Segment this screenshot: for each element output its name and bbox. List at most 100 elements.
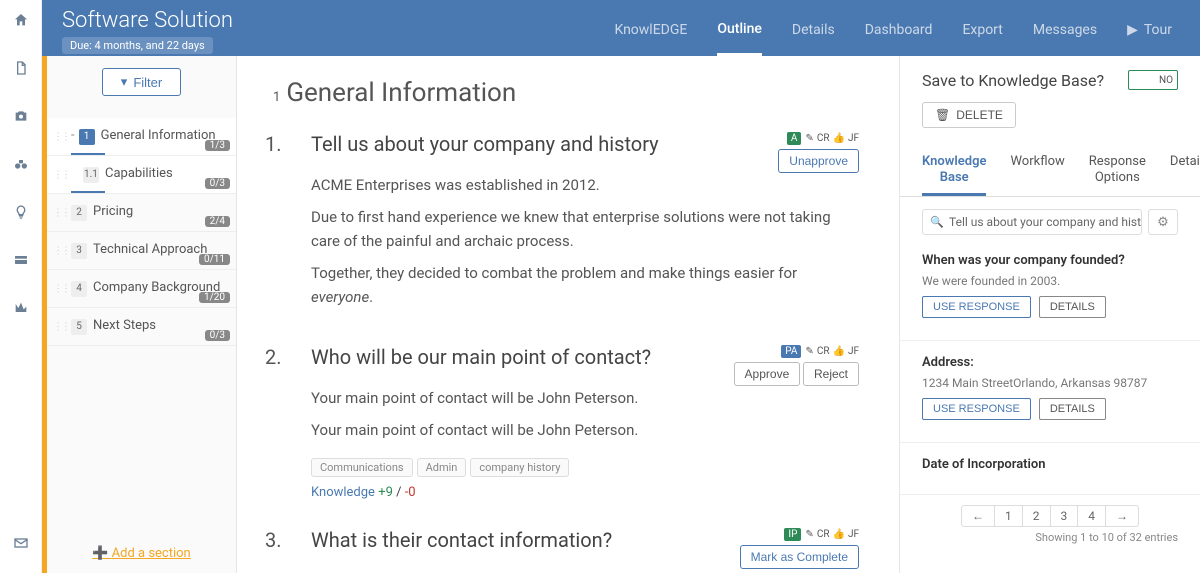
question-action-button[interactable]: Mark as Complete: [740, 545, 859, 569]
nav-item-5[interactable]: ⋮⋮5Next Steps0/3: [47, 308, 236, 346]
pager-item[interactable]: ←: [962, 506, 995, 526]
app-header: Software Solution Due: 4 months, and 22 …: [42, 0, 1200, 56]
drag-handle-icon[interactable]: ⋮⋮: [53, 131, 69, 142]
panel-tab[interactable]: ResponseOptions: [1089, 146, 1146, 196]
panel-tab[interactable]: KnowledgeBase: [922, 146, 986, 196]
delete-label: DELETE: [956, 108, 1003, 122]
tag[interactable]: Communications: [311, 458, 413, 477]
filter-icon: ▾: [121, 74, 128, 90]
question-reject-button[interactable]: Reject: [803, 362, 859, 386]
trash-icon: 🗑: [935, 108, 950, 122]
question-title: What is their contact information?: [311, 528, 612, 553]
play-icon: ▶: [1127, 22, 1138, 38]
kb-search-input[interactable]: 🔍 Tell us about your company and histo: [922, 209, 1142, 235]
question: 2.Who will be our main point of contact?…: [265, 345, 859, 500]
question-title: Who will be our main point of contact?: [311, 345, 651, 370]
nav-item-1[interactable]: ⋮⋮-1General Information1/3: [47, 118, 236, 156]
thumbs-up-icon: 👍: [833, 133, 845, 144]
lightbulb-icon[interactable]: [11, 202, 31, 222]
section-heading: 1 General Information: [273, 78, 859, 108]
drag-handle-icon[interactable]: ⋮⋮: [53, 207, 69, 218]
question: 1.Tell us about your company and history…: [265, 132, 859, 317]
due-badge: Due: 4 months, and 22 days: [62, 37, 213, 54]
header-tab-messages[interactable]: Messages: [1033, 22, 1097, 54]
nav-item-label: Pricing: [93, 204, 133, 219]
use-response-button[interactable]: USE RESPONSE: [922, 296, 1031, 318]
status-chip: A: [787, 132, 802, 145]
question-action-button[interactable]: Unapprove: [778, 149, 859, 173]
binoculars-icon[interactable]: [11, 154, 31, 174]
mail-icon[interactable]: [11, 533, 31, 553]
nav-item-badge: 0/3: [205, 330, 230, 341]
showing-text: Showing 1 to 10 of 32 entries: [922, 531, 1178, 544]
pager-item[interactable]: 3: [1051, 506, 1079, 526]
nav-item-badge: 1/3: [205, 140, 230, 151]
nav-item-label: Next Steps: [93, 318, 156, 333]
answer-text: Your main point of contact will be John …: [311, 418, 859, 442]
pagination: ←1234→: [961, 505, 1139, 527]
save-kb-toggle[interactable]: NO: [1128, 70, 1178, 90]
search-settings-button[interactable]: ⚙: [1148, 209, 1178, 235]
document-icon[interactable]: [11, 58, 31, 78]
pager-item[interactable]: 4: [1078, 506, 1106, 526]
drag-handle-icon[interactable]: ⋮⋮: [53, 245, 69, 256]
header-tab-knowledge[interactable]: KnowlEDGE: [614, 22, 687, 54]
use-response-button[interactable]: USE RESPONSE: [922, 398, 1031, 420]
header-tab-dashboard[interactable]: Dashboard: [865, 22, 933, 54]
section-title: General Information: [286, 78, 516, 108]
question-meta: PA✎ CR 👍 JFApprove Reject: [734, 345, 859, 386]
kb-entry-text: 1234 Main StreetOrlando, Arkansas 98787: [922, 376, 1178, 390]
question-meta: A✎ CR 👍 JFUnapprove: [778, 132, 859, 173]
tag[interactable]: Admin: [417, 458, 467, 477]
nav-item-badge: 1/20: [199, 292, 230, 303]
pager-item[interactable]: 1: [995, 506, 1023, 526]
add-section-link[interactable]: ➕ Add a section: [47, 534, 236, 573]
status-chip: PA: [781, 345, 801, 358]
header-tab-export[interactable]: Export: [962, 22, 1002, 54]
pencil-icon: ✎: [805, 346, 813, 357]
drag-handle-icon[interactable]: ⋮⋮: [53, 321, 69, 332]
drag-handle-icon[interactable]: ⋮⋮: [53, 169, 69, 180]
delete-button[interactable]: 🗑 DELETE: [922, 102, 1016, 128]
camera-icon[interactable]: [11, 106, 31, 126]
chart-icon[interactable]: [11, 298, 31, 318]
answer-text: Your main point of contact will be John …: [311, 386, 859, 410]
filter-label: Filter: [133, 75, 162, 90]
question-title: Tell us about your company and history: [311, 132, 659, 157]
thumbs-up-icon: 👍: [833, 346, 845, 357]
nav-item-1.1[interactable]: ⋮⋮1.1Capabilities0/3: [47, 156, 236, 194]
add-section-label: Add a section: [112, 546, 191, 561]
header-tab-details[interactable]: Details: [792, 22, 835, 54]
question-action-button[interactable]: Approve: [734, 362, 801, 386]
nav-item-number: 1: [79, 129, 95, 145]
pager-item[interactable]: →: [1106, 506, 1138, 526]
nav-item-2[interactable]: ⋮⋮2Pricing2/4: [47, 194, 236, 232]
kb-entry-text: We were founded in 2003.: [922, 274, 1178, 288]
filter-button[interactable]: ▾ Filter: [102, 68, 181, 96]
pager-item[interactable]: 2: [1023, 506, 1051, 526]
drag-handle-icon[interactable]: ⋮⋮: [53, 283, 69, 294]
tour-button[interactable]: ▶ Tour: [1127, 22, 1172, 54]
nav-item-3[interactable]: ⋮⋮3Technical Approach0/11: [47, 232, 236, 270]
pencil-icon: ✎: [805, 133, 813, 144]
search-icon: 🔍: [930, 216, 944, 229]
details-button[interactable]: DETAILS: [1039, 296, 1106, 318]
home-icon[interactable]: [11, 10, 31, 30]
nav-item-label: Technical Approach: [93, 242, 207, 257]
knowledge-panel: Save to Knowledge Base? NO 🗑 DELETE Know…: [900, 56, 1200, 573]
nav-item-badge: 0/11: [199, 254, 230, 265]
header-tab-outline[interactable]: Outline: [717, 21, 762, 56]
plus-icon: ➕: [92, 546, 111, 561]
nav-item-4[interactable]: ⋮⋮4Company Background1/20: [47, 270, 236, 308]
section-number: 1: [273, 90, 280, 105]
panel-tab[interactable]: Workflow: [1010, 146, 1064, 196]
card-icon[interactable]: [11, 250, 31, 270]
search-value: Tell us about your company and histo: [949, 215, 1142, 229]
nav-item-badge: 0/3: [205, 178, 230, 189]
kb-entry-title: Address:: [922, 355, 1178, 370]
panel-tab[interactable]: Details: [1170, 146, 1200, 196]
question-content: 1 General Information 1.Tell us about you…: [237, 56, 900, 573]
tag[interactable]: company history: [470, 458, 569, 477]
kb-entry: Address: 1234 Main StreetOrlando, Arkansa…: [922, 355, 1178, 420]
details-button[interactable]: DETAILS: [1039, 398, 1106, 420]
